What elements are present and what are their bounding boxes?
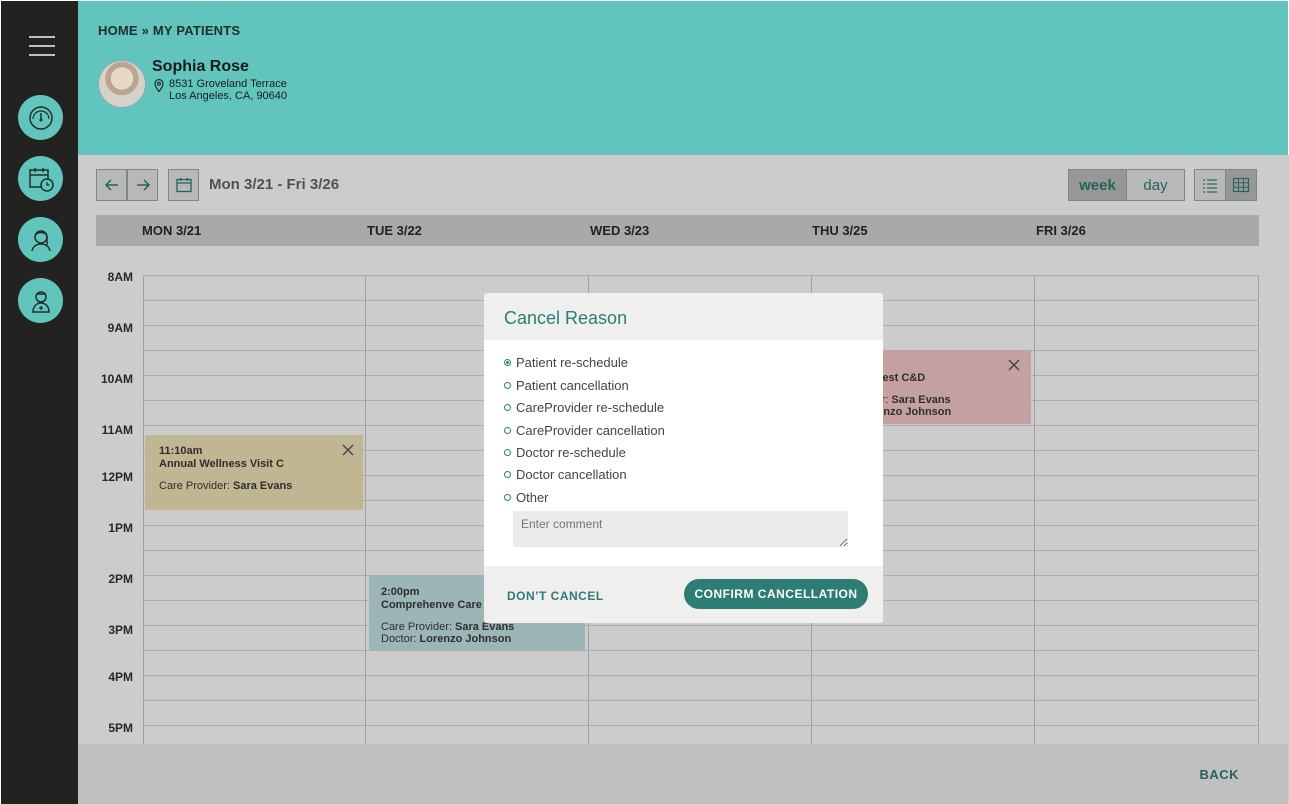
dialog-title: Cancel Reason: [504, 308, 628, 328]
calendar-clock-icon[interactable]: [18, 156, 63, 201]
radio-icon[interactable]: [504, 382, 511, 389]
reason-option[interactable]: Patient re-schedule: [504, 355, 628, 370]
address-line-2: Los Angeles, CA, 90640: [169, 90, 288, 102]
address-line-1: 8531 Groveland Terrace: [169, 78, 287, 90]
caregiver-icon[interactable]: [18, 278, 63, 323]
reason-option[interactable]: CareProvider cancellation: [504, 423, 665, 438]
dashboard-icon[interactable]: [18, 95, 63, 140]
breadcrumb[interactable]: HOME » MY PATIENTS: [98, 23, 240, 38]
dialog-header: Cancel Reason: [484, 293, 883, 340]
radio-selected-icon[interactable]: [504, 359, 511, 366]
dont-cancel-button[interactable]: DON’T CANCEL: [507, 589, 604, 603]
reason-option[interactable]: Doctor cancellation: [504, 467, 627, 482]
radio-icon[interactable]: [504, 471, 511, 478]
radio-icon[interactable]: [504, 427, 511, 434]
location-pin-icon: [154, 79, 164, 92]
sidebar: [1, 1, 78, 804]
reason-option[interactable]: CareProvider re-schedule: [504, 400, 664, 415]
hamburger-menu-icon[interactable]: [29, 36, 55, 56]
reason-option[interactable]: Doctor re-schedule: [504, 445, 626, 460]
radio-icon[interactable]: [504, 404, 511, 411]
radio-icon[interactable]: [504, 494, 511, 501]
confirm-cancellation-button[interactable]: CONFIRM CANCELLATION: [684, 579, 868, 609]
patient-name: Sophia Rose: [152, 58, 249, 75]
radio-icon[interactable]: [504, 449, 511, 456]
dialog-footer: DON’T CANCEL CONFIRM CANCELLATION: [484, 566, 883, 623]
cancel-reason-dialog: Cancel Reason Patient re-schedule Patien…: [484, 293, 883, 623]
avatar: [98, 60, 146, 108]
reason-option[interactable]: Patient cancellation: [504, 378, 629, 393]
reason-option[interactable]: Other: [504, 490, 549, 505]
doctor-icon[interactable]: [18, 217, 63, 262]
comment-field[interactable]: [513, 511, 848, 547]
patient-header: HOME » MY PATIENTS Sophia Rose 8531 Grov…: [78, 1, 1288, 155]
